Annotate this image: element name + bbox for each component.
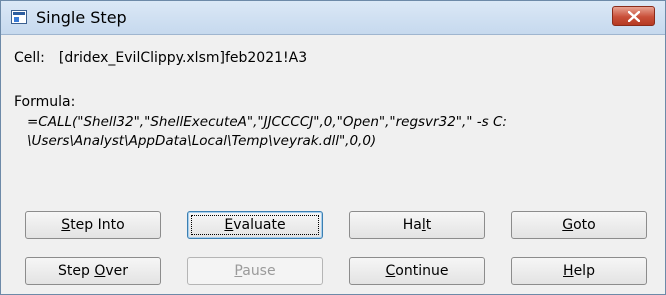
goto-button[interactable]: Goto: [511, 211, 647, 239]
step-over-mnemonic: O: [94, 263, 106, 279]
title-bar[interactable]: Single Step: [1, 1, 665, 35]
close-button[interactable]: [612, 6, 655, 26]
formula-text: =CALL("Shell32","ShellExecuteA","JJCCCCJ…: [27, 113, 647, 151]
focus-ring: [191, 215, 319, 235]
step-into-label-post: tep Into: [70, 217, 125, 233]
halt-label-post: t: [425, 217, 432, 233]
step-over-button[interactable]: Step Over: [25, 257, 161, 285]
cell-row: Cell: [dridex_EvilClippy.xlsm]feb2021!A3: [14, 50, 307, 66]
halt-button[interactable]: Halt: [349, 211, 485, 239]
evaluate-button[interactable]: Evaluate: [187, 211, 323, 239]
cell-label: Cell:: [14, 50, 45, 66]
goto-label-post: oto: [573, 217, 596, 233]
cell-value: [dridex_EvilClippy.xlsm]feb2021!A3: [58, 50, 308, 66]
continue-mnemonic: C: [385, 263, 396, 279]
pause-label-post: ause: [242, 263, 276, 279]
goto-mnemonic: G: [562, 217, 574, 233]
window-title: Single Step: [36, 8, 127, 27]
formula-line-2: \Users\Analyst\AppData\Local\Temp\veyrak…: [27, 133, 377, 149]
close-icon: [628, 11, 640, 22]
step-over-label-pre: Step: [57, 263, 95, 279]
continue-label-post: ontinue: [395, 263, 449, 279]
formula-line-1: =CALL("Shell32","ShellExecuteA","JJCCCCJ…: [27, 114, 507, 130]
window-icon: [11, 10, 27, 24]
pause-button: Pause: [187, 257, 323, 285]
step-into-mnemonic: S: [61, 217, 71, 233]
help-label-post: elp: [573, 263, 595, 279]
help-button[interactable]: Help: [511, 257, 647, 285]
help-mnemonic: H: [563, 263, 574, 279]
formula-label: Formula:: [14, 94, 76, 110]
halt-label-pre: Ha: [402, 217, 422, 233]
continue-button[interactable]: Continue: [349, 257, 485, 285]
step-into-button[interactable]: Step Into: [25, 211, 161, 239]
step-over-label-post: ver: [105, 263, 128, 279]
single-step-dialog: Single Step Cell: [dridex_EvilClippy.xlsm…: [0, 0, 666, 295]
